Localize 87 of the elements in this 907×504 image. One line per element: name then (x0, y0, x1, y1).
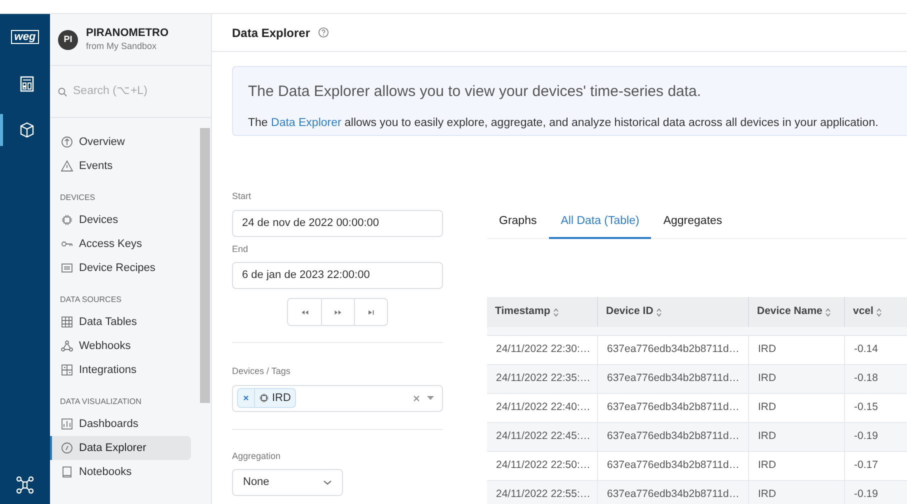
remove-tag-icon[interactable] (243, 395, 249, 401)
table-cell: 637ea776edb34b2b8711d… (597, 394, 748, 422)
clear-icon[interactable] (413, 394, 420, 402)
table-cell: IRD (748, 452, 844, 480)
nav-item[interactable]: Events (58, 154, 191, 178)
app-subtitle: from My Sandbox (86, 40, 158, 52)
table-cell: 637ea776edb34b2b8711d… (597, 481, 748, 504)
table-cell-text: 24/11/2022 22:40:… (495, 400, 592, 416)
avatar: PI (58, 30, 78, 50)
table-cell-text: 24/11/2022 22:35:… (495, 371, 592, 386)
table-cell: 637ea776edb34b2b8711d… (597, 423, 748, 451)
chip-icon (259, 393, 269, 403)
info-heading: The Data Explorer allows you to view your devices' time-series data. (248, 82, 702, 102)
search-field[interactable]: Search (⌥+L) (58, 82, 203, 100)
table-cell: -0.18 (844, 365, 907, 393)
logo[interactable]: weg (11, 30, 39, 44)
table-cell-text: 24/11/2022 22:45:… (495, 429, 592, 444)
rewind-icon (300, 308, 308, 316)
dropdown-arrow-icon[interactable] (427, 396, 434, 400)
table-cell: 637ea776edb34b2b8711d… (597, 336, 748, 364)
tags-select[interactable]: IRD (232, 384, 443, 412)
data-explorer-link[interactable]: Data Explorer (271, 116, 342, 128)
sort-icon (876, 308, 882, 316)
chevron-down-icon (323, 480, 332, 485)
chart-icon (61, 418, 73, 430)
nav-item[interactable]: Device Recipes (58, 256, 191, 280)
column-header[interactable]: Timestamp (487, 297, 597, 327)
table-cell: IRD (748, 365, 844, 393)
section-label: DATA SOURCES (59, 294, 122, 306)
aggregation-select[interactable]: None (232, 469, 343, 496)
nav-item[interactable]: Data Tables (58, 310, 191, 334)
warning-icon (61, 160, 73, 172)
table-cell-text: 24/11/2022 22:55:… (495, 487, 592, 502)
app-name: PIRANOMETRO (86, 27, 168, 41)
table-cell: IRD (748, 423, 844, 451)
tag-label: IRD (272, 390, 291, 406)
table-cell-text: 24/11/2022 22:50:… (495, 458, 592, 474)
nav-item[interactable]: Webhooks (58, 334, 191, 358)
nav-item[interactable]: Overview (58, 130, 191, 154)
sort-icon (553, 308, 560, 316)
date-field[interactable]: 6 de jan de 2023 22:00:00 (232, 262, 443, 289)
book-icon (61, 466, 73, 478)
table-cell: -0.15 (844, 394, 907, 422)
nav-item[interactable]: Access Keys (58, 232, 191, 256)
nav-item[interactable]: Notebooks (58, 460, 191, 484)
sort-icon (825, 308, 832, 316)
nav-item[interactable]: Integrations (58, 358, 191, 382)
tab[interactable]: Graphs (487, 206, 549, 239)
table-cell: IRD (748, 336, 844, 364)
skip-to-end-icon (367, 308, 375, 316)
nav-item[interactable]: Data Explorer (50, 436, 191, 460)
tab[interactable]: Aggregates (651, 206, 734, 239)
page-title: Data Explorer (232, 24, 310, 42)
table-cell: -0.19 (844, 423, 907, 451)
dashboard-icon[interactable] (20, 76, 34, 92)
table-cell: 637ea776edb34b2b8711d… (597, 452, 748, 480)
search-icon (58, 86, 67, 98)
help-icon[interactable] (318, 27, 330, 38)
field-label: End (232, 242, 250, 256)
info-text: The Data Explorer allows you to easily explore, aggregate, and analyze historical data across all devices in your application. (248, 116, 880, 130)
fast-forward-icon (334, 308, 342, 316)
field-label: Start (232, 190, 252, 203)
table-cell: -0.14 (844, 336, 907, 364)
grid-icon (61, 316, 73, 328)
triangle-nodes-icon (61, 340, 73, 352)
cube-icon[interactable] (18, 122, 34, 138)
date-field[interactable]: 24 de nov de 2022 00:00:00 (232, 210, 443, 236)
table-cell-text: 24/11/2022 22:30:… (495, 342, 592, 358)
table-cell: 637ea776edb34b2b8711d… (597, 365, 748, 393)
grid-icon (61, 364, 73, 376)
table-cell: IRD (748, 481, 844, 504)
sort-icon (656, 308, 662, 316)
chip-icon (61, 214, 73, 226)
field-label: Aggregation (232, 450, 282, 463)
section-label: DEVICES (59, 192, 96, 204)
table-cell: -0.19 (844, 481, 907, 504)
circle-icon (61, 136, 73, 148)
compass-icon (61, 442, 73, 454)
field-label: Devices / Tags (232, 365, 292, 378)
document-icon (61, 262, 73, 274)
nav-item[interactable]: Dashboards (58, 412, 191, 436)
table-cell: IRD (748, 394, 844, 422)
table-cell: -0.17 (844, 452, 907, 480)
tab[interactable]: All Data (Table) (548, 206, 652, 239)
section-label: DATA VISUALIZATION (59, 396, 142, 408)
nav-item[interactable]: Devices (58, 208, 191, 232)
network-icon[interactable] (16, 476, 34, 494)
